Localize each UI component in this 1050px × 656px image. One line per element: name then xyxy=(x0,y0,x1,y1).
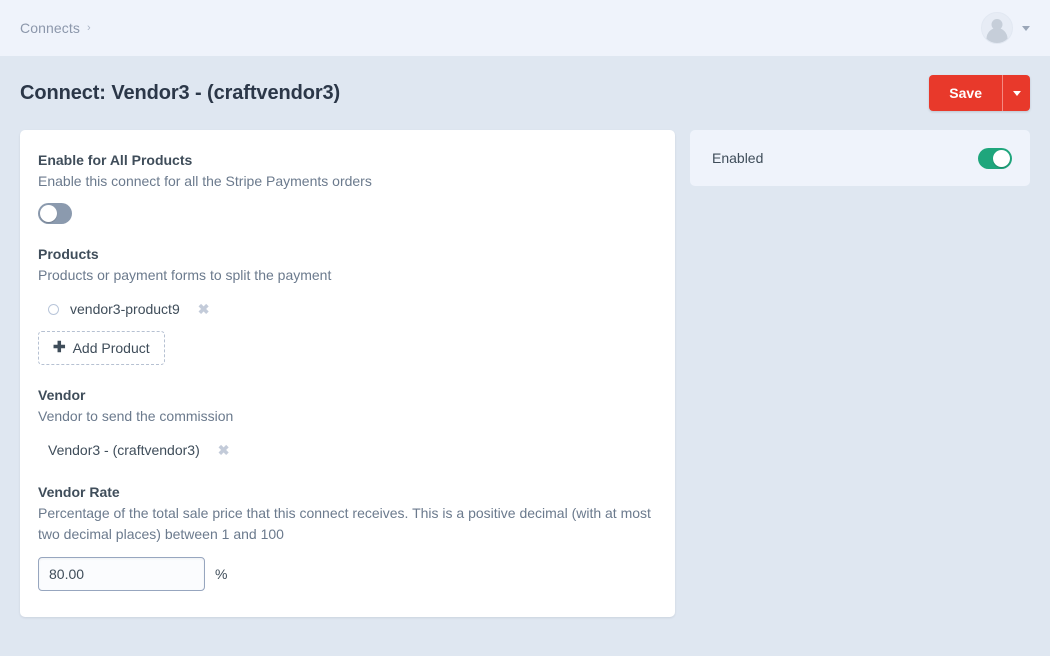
save-button[interactable]: Save xyxy=(929,75,1002,111)
page-content: Enable for All Products Enable this conn… xyxy=(0,130,1050,617)
header-actions: Save xyxy=(929,75,1030,111)
field-products: Products Products or payment forms to sp… xyxy=(38,246,655,365)
vendor-rate-input[interactable] xyxy=(38,557,205,591)
breadcrumb-item-connects[interactable]: Connects xyxy=(20,20,80,36)
sidebar: Enabled xyxy=(690,130,1030,186)
vendor-chip[interactable]: Vendor3 - (craftvendor3) xyxy=(38,440,206,460)
field-label: Enable for All Products xyxy=(38,152,193,168)
avatar xyxy=(981,12,1013,44)
product-chip[interactable]: vendor3-product9 xyxy=(38,299,186,319)
main-form-card: Enable for All Products Enable this conn… xyxy=(20,130,675,617)
field-instructions: Vendor to send the commission xyxy=(38,408,234,424)
chevron-down-icon[interactable] xyxy=(1022,25,1030,31)
remove-vendor-icon[interactable]: ✖ xyxy=(216,441,232,459)
save-menu-button[interactable] xyxy=(1002,75,1030,111)
field-vendor: Vendor Vendor to send the commission Ven… xyxy=(38,387,655,462)
breadcrumb: Connects › xyxy=(20,20,91,36)
chevron-right-icon: › xyxy=(86,21,91,34)
vendor-title: Vendor3 - (craftvendor3) xyxy=(48,442,200,458)
vendor-element-list: Vendor3 - (craftvendor3) ✖ xyxy=(38,438,655,462)
toggle-knob xyxy=(993,149,1010,167)
enabled-label: Enabled xyxy=(712,150,764,166)
field-instructions: Products or payment forms to split the p… xyxy=(38,267,332,283)
remove-product-icon[interactable]: ✖ xyxy=(196,300,212,318)
page-header: Connect: Vendor3 - (craftvendor3) Save xyxy=(0,56,1050,130)
account-menu[interactable] xyxy=(981,12,1030,44)
add-product-label: Add Product xyxy=(72,340,150,356)
field-label: Vendor Rate xyxy=(38,484,120,500)
list-item[interactable]: Vendor3 - (craftvendor3) ✖ xyxy=(38,438,655,462)
field-enable-for-all-products: Enable for All Products Enable this conn… xyxy=(38,152,655,224)
field-instructions: Percentage of the total sale price that … xyxy=(38,505,651,542)
products-element-list: vendor3-product9 ✖ xyxy=(38,297,655,321)
chevron-down-icon xyxy=(1012,90,1021,96)
toggle-knob xyxy=(40,205,57,222)
field-vendor-rate: Vendor Rate Percentage of the total sale… xyxy=(38,484,655,591)
global-header: Connects › xyxy=(0,0,1050,56)
user-avatar-icon-body xyxy=(986,28,1008,43)
enabled-toggle[interactable] xyxy=(978,147,1012,169)
plus-icon: ✚ xyxy=(53,339,66,356)
enabled-panel: Enabled xyxy=(690,130,1030,186)
vendor-rate-input-row: % xyxy=(38,557,655,591)
list-item[interactable]: vendor3-product9 ✖ xyxy=(38,297,655,321)
field-instructions: Enable this connect for all the Stripe P… xyxy=(38,173,372,189)
enable-for-all-products-toggle[interactable] xyxy=(38,203,72,224)
percent-suffix: % xyxy=(215,566,228,582)
add-product-button[interactable]: ✚ Add Product xyxy=(38,331,165,365)
page-title: Connect: Vendor3 - (craftvendor3) xyxy=(20,81,341,104)
circle-thumbnail-icon xyxy=(48,303,59,315)
product-title: vendor3-product9 xyxy=(70,301,180,317)
field-label: Products xyxy=(38,246,99,262)
field-label: Vendor xyxy=(38,387,86,403)
